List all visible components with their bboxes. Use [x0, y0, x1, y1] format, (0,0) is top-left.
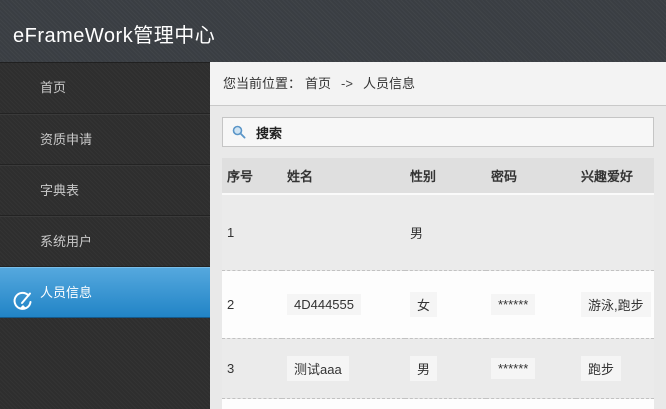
cell-password: ****** — [486, 269, 576, 338]
magnifier-icon — [232, 125, 246, 139]
breadcrumb-separator: -> — [341, 76, 353, 91]
app-title: eFrameWork管理中心 — [13, 25, 216, 47]
sidebar-item-label: 系统用户 — [40, 234, 93, 249]
sidebar-item-label: 首页 — [40, 80, 67, 95]
breadcrumb-prefix: 您当前位置： — [223, 76, 302, 91]
breadcrumb: 您当前位置： 首页 -> 人员信息 — [210, 62, 666, 106]
cell-index: 1 — [222, 194, 282, 270]
app-window: eFrameWork管理中心 首页 资质申请 字典表 系统用户 人员信息 您当前… — [0, 0, 666, 409]
cell-gender: 女 — [405, 269, 486, 338]
table-row[interactable]: 2 4D444555 女 ****** 游泳,跑步 — [222, 269, 654, 338]
cell-hobby: 跑步 — [576, 337, 654, 398]
sidebar: 首页 资质申请 字典表 系统用户 人员信息 — [0, 62, 210, 409]
personnel-table: 序号 姓名 性别 密码 兴趣爱好 1 男 2 4D444555 女 ******… — [222, 158, 654, 409]
content-area: 您当前位置： 首页 -> 人员信息 搜索 序号 姓名 性别 密码 兴趣爱好 1 … — [210, 62, 666, 409]
cell-password — [486, 194, 576, 270]
col-header-index: 序号 — [222, 158, 282, 195]
main-layout: 首页 资质申请 字典表 系统用户 人员信息 您当前位置： 首页 -> 人员信息 … — [0, 62, 666, 409]
cell-hobby: 游泳,跑步 — [576, 269, 654, 338]
sidebar-item-label: 资质申请 — [40, 132, 93, 147]
cell-password: ****** — [486, 337, 576, 398]
sidebar-item-personnel[interactable]: 人员信息 — [0, 267, 210, 318]
cell-name — [282, 194, 405, 270]
table-row-partial — [222, 397, 654, 409]
app-header: eFrameWork管理中心 — [0, 0, 666, 62]
sidebar-item-home[interactable]: 首页 — [0, 63, 210, 114]
cell-gender: 男 — [405, 194, 486, 270]
col-header-name: 姓名 — [282, 158, 405, 195]
personnel-table-wrap: 序号 姓名 性别 密码 兴趣爱好 1 男 2 4D444555 女 ******… — [222, 158, 654, 409]
cell-hobby — [576, 194, 654, 270]
sidebar-item-label: 人员信息 — [40, 285, 93, 300]
cell-index: 3 — [222, 337, 282, 398]
table-header-row: 序号 姓名 性别 密码 兴趣爱好 — [222, 158, 654, 195]
search-label: 搜索 — [256, 125, 283, 141]
cell-name: 测试aaa — [282, 337, 405, 398]
col-header-password: 密码 — [486, 158, 576, 195]
table-row[interactable]: 3 测试aaa 男 ****** 跑步 — [222, 337, 654, 398]
cell-name: 4D444555 — [282, 269, 405, 338]
cell-index: 2 — [222, 269, 282, 338]
col-header-gender: 性别 — [405, 158, 486, 195]
sidebar-item-dictionary[interactable]: 字典表 — [0, 165, 210, 216]
gauge-icon — [12, 283, 34, 310]
breadcrumb-current[interactable]: 人员信息 — [363, 76, 415, 91]
col-header-hobby: 兴趣爱好 — [576, 158, 654, 195]
table-row[interactable]: 1 男 — [222, 194, 654, 270]
cell-gender: 男 — [405, 337, 486, 398]
sidebar-item-label: 字典表 — [40, 183, 80, 198]
breadcrumb-home-link[interactable]: 首页 — [305, 76, 331, 91]
sidebar-item-qualification[interactable]: 资质申请 — [0, 114, 210, 165]
sidebar-item-system-users[interactable]: 系统用户 — [0, 216, 210, 267]
search-bar[interactable]: 搜索 — [222, 117, 654, 147]
